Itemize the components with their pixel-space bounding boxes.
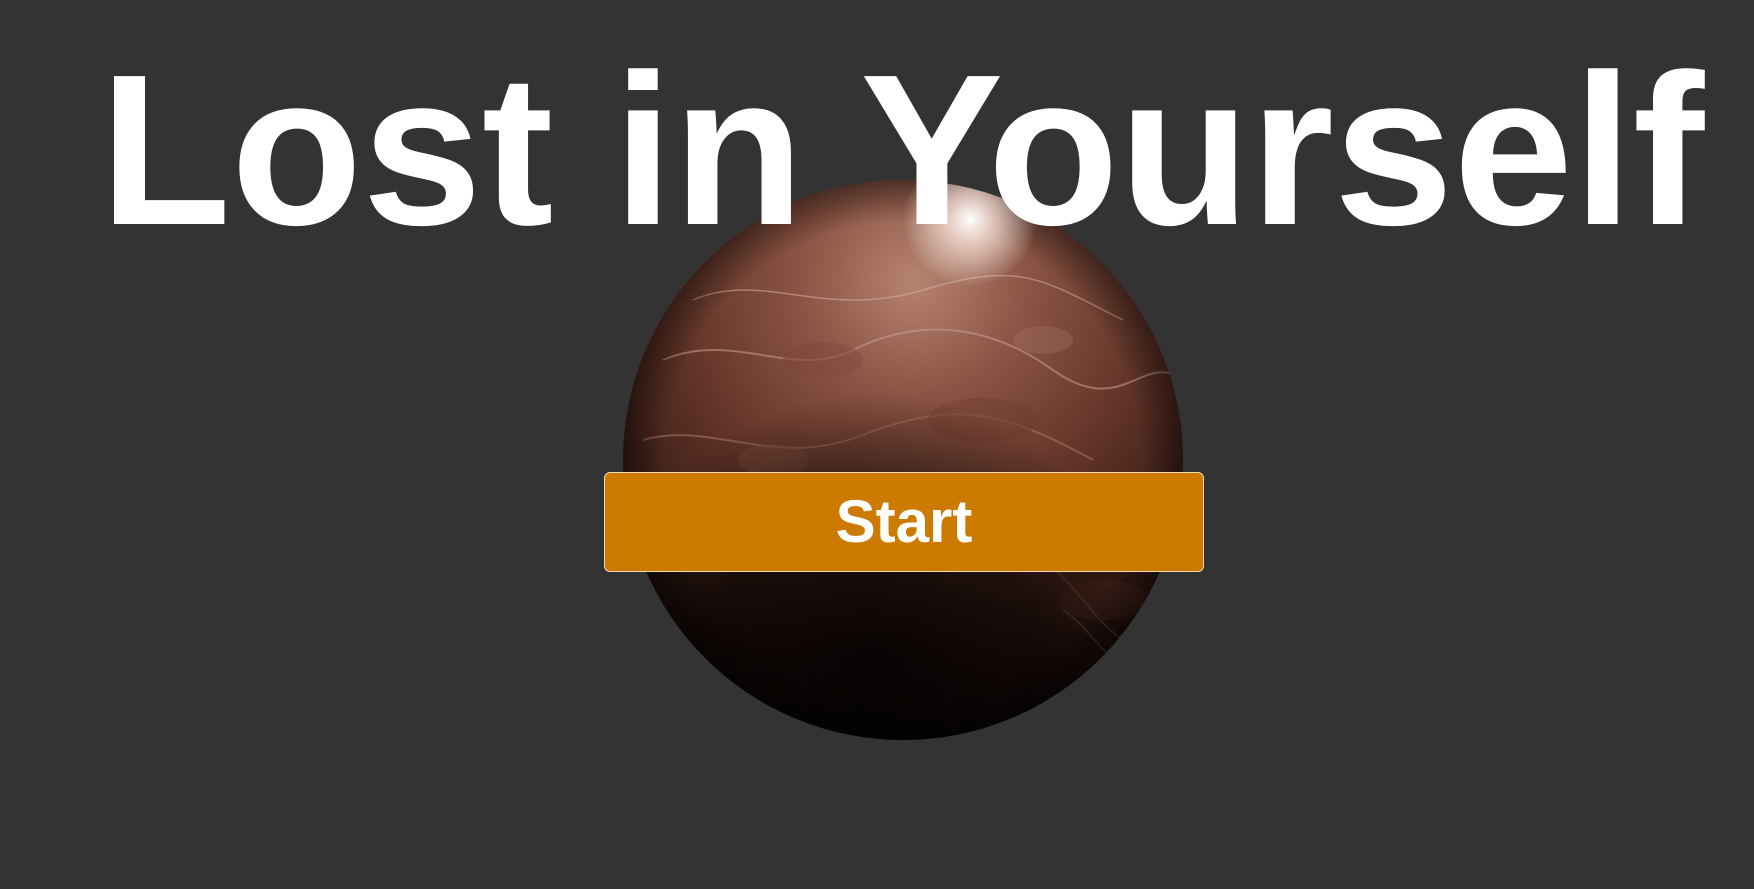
title-screen: Lost in Yourself Start (0, 0, 1754, 889)
game-title: Lost in Yourself (99, 29, 1705, 270)
start-button[interactable]: Start (604, 472, 1204, 572)
